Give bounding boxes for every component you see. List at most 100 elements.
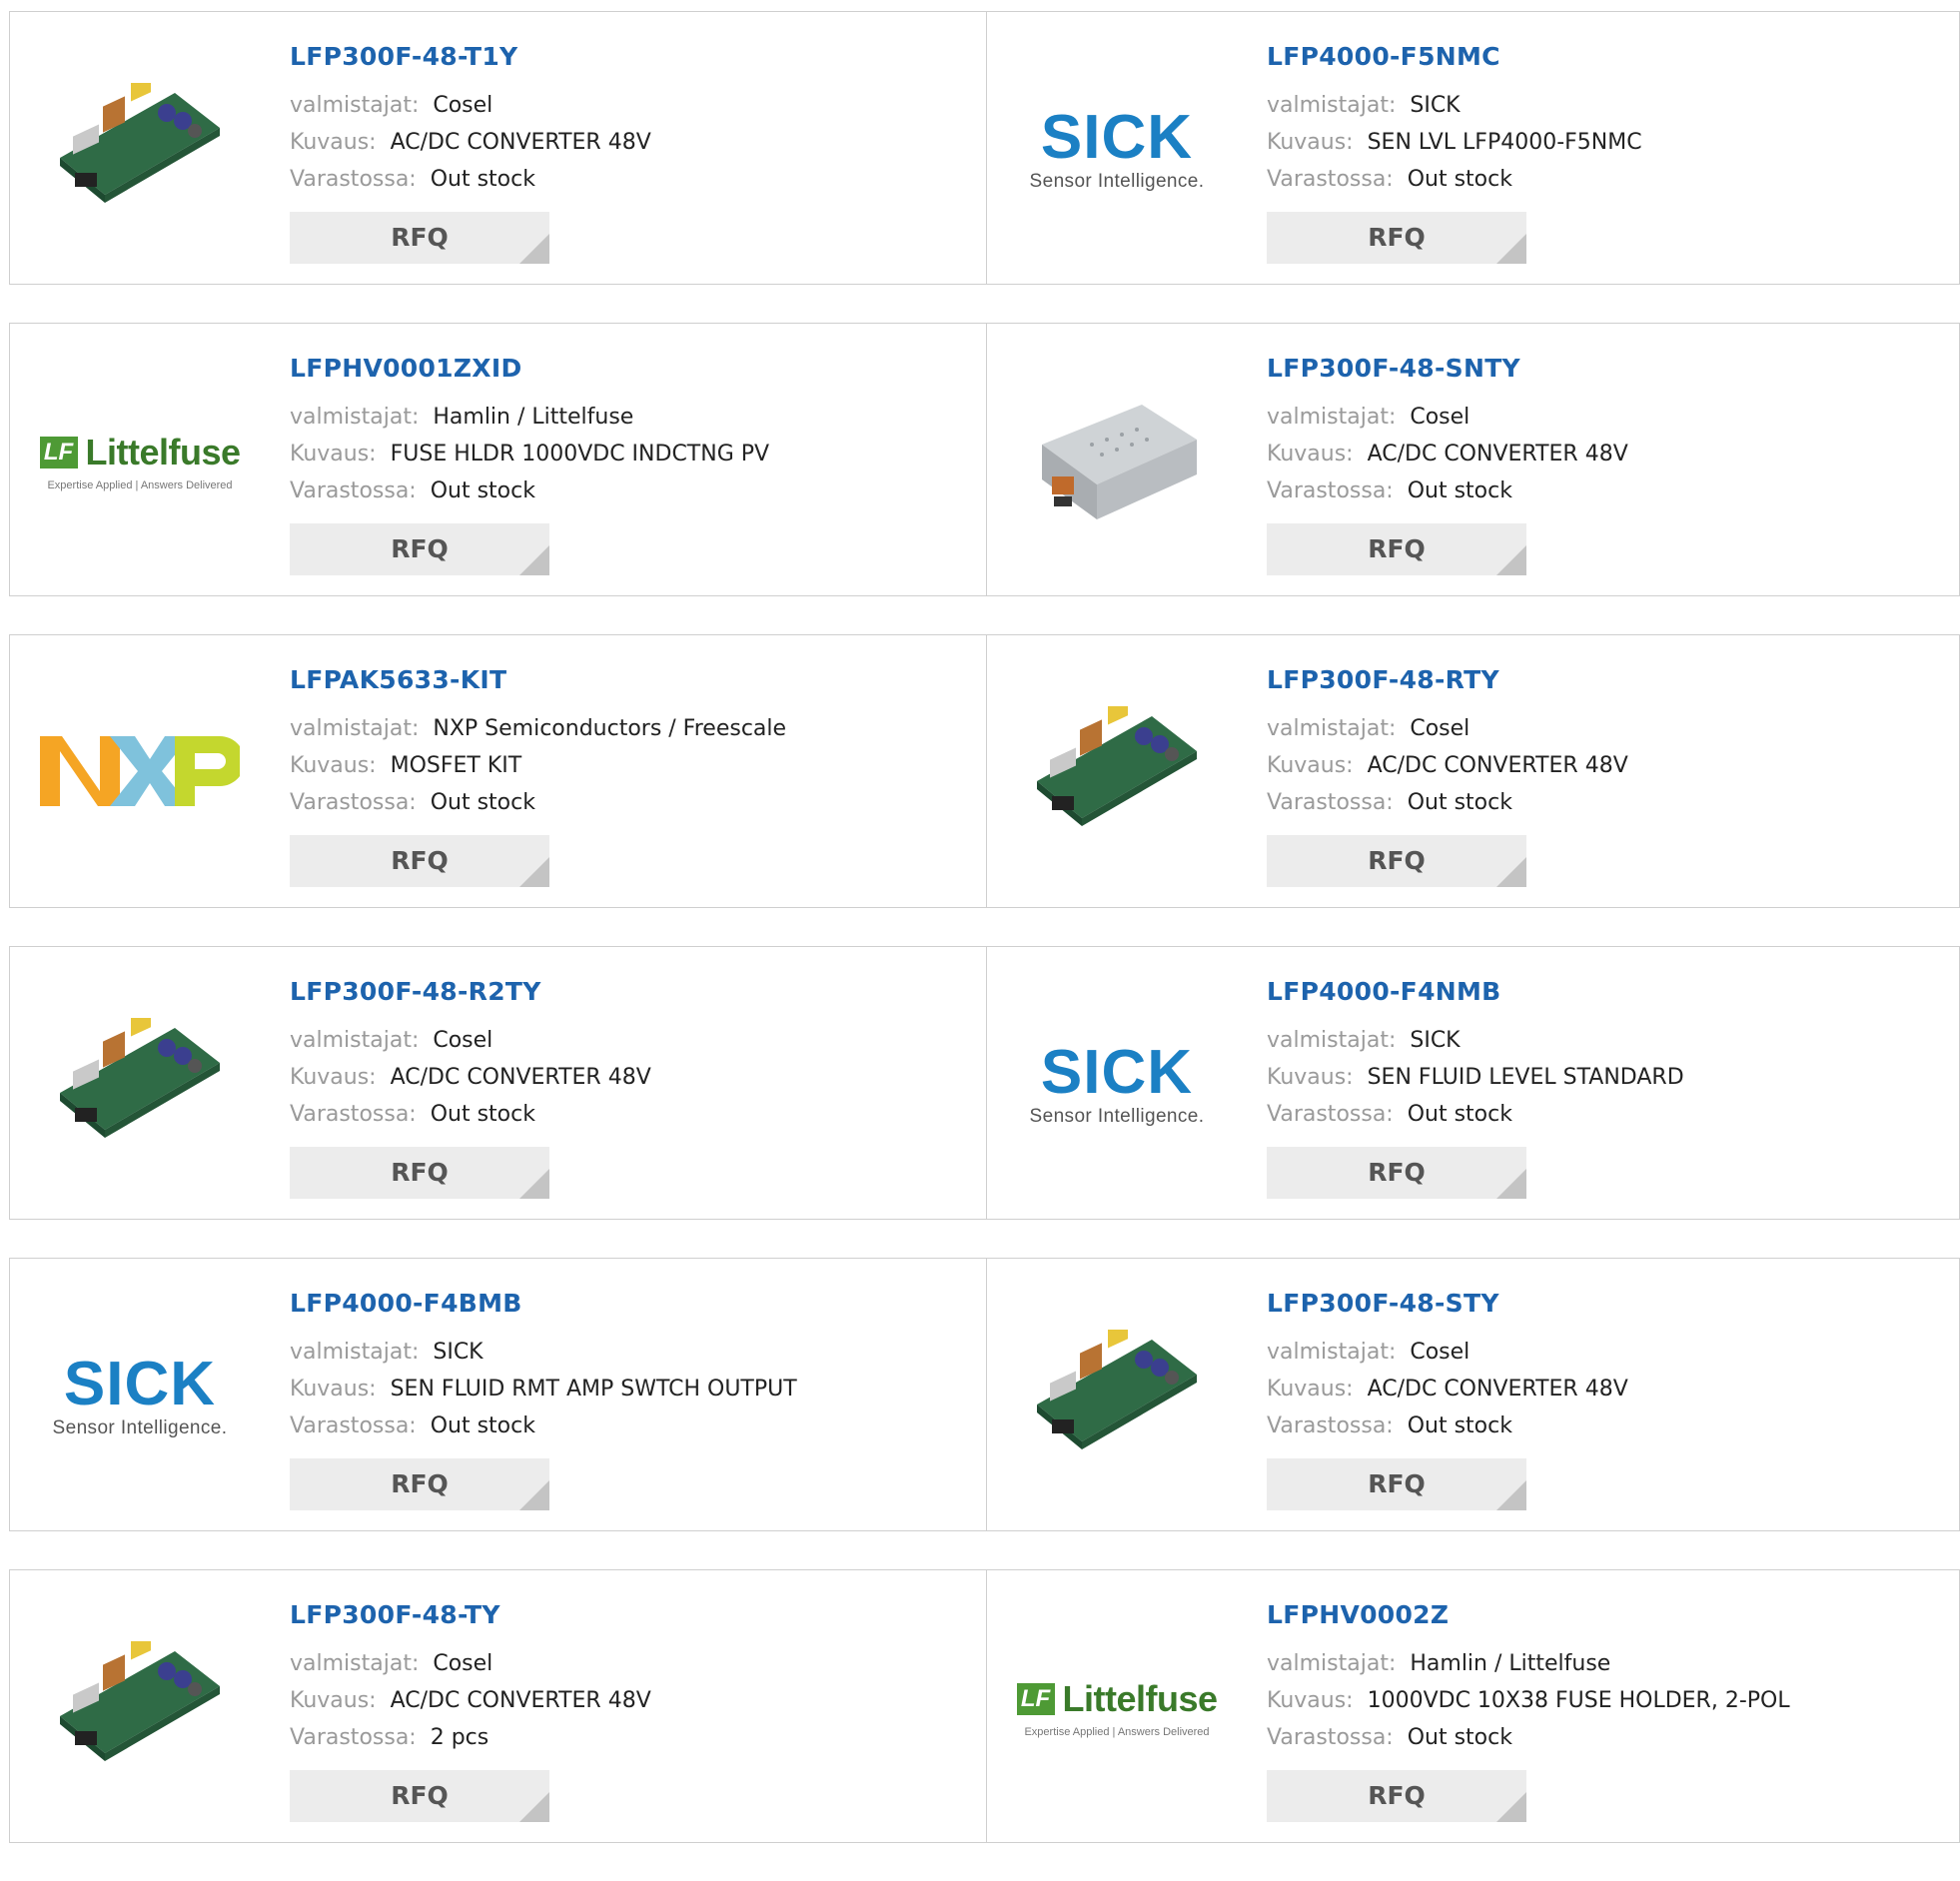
stock-value: 2 pcs: [430, 1725, 490, 1750]
stock-label: Varastossa:: [290, 1102, 417, 1127]
product-info: LFPAK5633-KIT valmistajat: NXP Semiconduct…: [290, 665, 976, 887]
description-label: Kuvaus:: [290, 1688, 377, 1713]
sick-logo: SICK Sensor Intelligence.: [53, 1354, 228, 1439]
stock-line: Varastossa: Out stock: [1267, 1408, 1949, 1444]
product-thumbnail[interactable]: [1017, 673, 1217, 873]
littelfuse-logo-name: Littelfuse: [85, 432, 242, 472]
product-thumbnail[interactable]: [40, 673, 245, 873]
stock-label: Varastossa:: [290, 1725, 417, 1750]
product-thumbnail[interactable]: SICK Sensor Intelligence.: [1017, 985, 1217, 1185]
product-thumbnail[interactable]: [1017, 362, 1217, 561]
manufacturer-value: Cosel: [433, 1028, 493, 1053]
sick-logo-tagline: Sensor Intelligence.: [1029, 1106, 1205, 1127]
rfq-button[interactable]: RFQ: [1267, 1770, 1526, 1822]
part-number-link[interactable]: LFPAK5633-KIT: [290, 665, 976, 694]
product-thumbnail[interactable]: [1017, 1297, 1217, 1496]
rfq-button[interactable]: RFQ: [290, 212, 549, 264]
description-value: AC/DC CONVERTER 48V: [1367, 753, 1628, 778]
rfq-button[interactable]: RFQ: [1267, 523, 1526, 575]
part-number-link[interactable]: LFP4000-F5NMC: [1267, 42, 1949, 71]
rfq-button[interactable]: RFQ: [290, 835, 549, 887]
description-line: Kuvaus: FUSE HLDR 1000VDC INDCTNG PV: [290, 436, 976, 472]
manufacturer-label: valmistajat:: [290, 1028, 420, 1053]
rfq-button[interactable]: RFQ: [290, 1770, 549, 1822]
rfq-button[interactable]: RFQ: [1267, 1147, 1526, 1199]
part-number-link[interactable]: LFP300F-48-SNTY: [1267, 354, 1949, 383]
littelfuse-mark: LF: [39, 437, 78, 469]
rfq-button[interactable]: RFQ: [290, 1458, 549, 1510]
stock-value: Out stock: [1407, 167, 1512, 192]
description-value: SEN LVL LFP4000-F5NMC: [1367, 130, 1642, 155]
part-number-link[interactable]: LFP4000-F4NMB: [1267, 977, 1949, 1006]
manufacturer-label: valmistajat:: [290, 1651, 420, 1676]
description-line: Kuvaus: SEN FLUID LEVEL STANDARD: [1267, 1059, 1949, 1096]
part-number-link[interactable]: LFP300F-48-TY: [290, 1600, 976, 1629]
stock-label: Varastossa:: [1267, 1725, 1394, 1750]
manufacturer-value: SICK: [1410, 93, 1461, 118]
manufacturer-value: NXP Semiconductors / Freescale: [433, 716, 787, 741]
manufacturer-line: valmistajat: Cosel: [1267, 710, 1949, 747]
manufacturer-line: valmistajat: SICK: [1267, 87, 1949, 124]
part-number-link[interactable]: LFPHV0001ZXID: [290, 354, 976, 383]
product-card: LFPAK5633-KIT valmistajat: NXP Semiconduct…: [9, 634, 987, 908]
product-row: LFPAK5633-KIT valmistajat: NXP Semiconduct…: [9, 634, 1960, 908]
power-supply-board-image: [55, 1628, 225, 1775]
product-thumbnail[interactable]: [40, 50, 240, 250]
manufacturer-line: valmistajat: Cosel: [290, 1022, 976, 1059]
description-value: MOSFET KIT: [390, 753, 522, 778]
description-label: Kuvaus:: [1267, 1377, 1354, 1402]
product-thumbnail[interactable]: LF Littelfuse Expertise Applied | Answers …: [39, 362, 242, 561]
stock-line: Varastossa: Out stock: [1267, 1719, 1949, 1756]
stock-line: Varastossa: 2 pcs: [290, 1719, 976, 1756]
part-number-link[interactable]: LFPHV0002Z: [1267, 1600, 1949, 1629]
product-card: LFP300F-48-T1Y valmistajat: Cosel Kuvaus: AC…: [9, 11, 987, 285]
rfq-button[interactable]: RFQ: [1267, 835, 1526, 887]
product-thumbnail[interactable]: SICK Sensor Intelligence.: [40, 1297, 240, 1496]
rfq-button[interactable]: RFQ: [290, 523, 549, 575]
sick-logo: SICK Sensor Intelligence.: [1030, 107, 1205, 193]
product-row: LFP300F-48-R2TY valmistajat: Cosel Kuvaus: A…: [9, 946, 1960, 1220]
part-number-link[interactable]: LFP300F-48-STY: [1267, 1289, 1949, 1318]
rfq-button[interactable]: RFQ: [290, 1147, 549, 1199]
part-number-link[interactable]: LFP300F-48-R2TY: [290, 977, 976, 1006]
stock-line: Varastossa: Out stock: [1267, 161, 1949, 198]
manufacturer-line: valmistajat: Cosel: [1267, 399, 1949, 436]
stock-line: Varastossa: Out stock: [290, 472, 976, 509]
sick-logo-name: SICK: [63, 1350, 217, 1418]
stock-label: Varastossa:: [290, 478, 417, 503]
description-label: Kuvaus:: [290, 442, 377, 467]
stock-line: Varastossa: Out stock: [290, 1408, 976, 1444]
power-supply-board-image: [1032, 693, 1202, 840]
product-row: LF Littelfuse Expertise Applied | Answers …: [9, 323, 1960, 596]
product-thumbnail[interactable]: LF Littelfuse Expertise Applied | Answers …: [1016, 1608, 1218, 1808]
stock-value: Out stock: [430, 1413, 535, 1438]
product-card: LFP300F-48-SNTY valmistajat: Cosel Kuvaus: A…: [987, 323, 1960, 596]
manufacturer-label: valmistajat:: [1267, 716, 1397, 741]
product-info: LFP300F-48-T1Y valmistajat: Cosel Kuvaus: AC…: [290, 42, 976, 264]
product-card: LFP300F-48-RTY valmistajat: Cosel Kuvaus: AC…: [987, 634, 1960, 908]
part-number-link[interactable]: LFP4000-F4BMB: [290, 1289, 976, 1318]
rfq-button[interactable]: RFQ: [1267, 1458, 1526, 1510]
stock-line: Varastossa: Out stock: [1267, 784, 1949, 821]
stock-value: Out stock: [1407, 1102, 1512, 1127]
product-thumbnail[interactable]: [40, 1608, 240, 1808]
product-thumbnail[interactable]: SICK Sensor Intelligence.: [1017, 50, 1217, 250]
description-value: SEN FLUID LEVEL STANDARD: [1367, 1065, 1684, 1090]
description-label: Kuvaus:: [1267, 442, 1354, 467]
stock-value: Out stock: [1407, 790, 1512, 815]
product-thumbnail[interactable]: [40, 985, 240, 1185]
description-value: SEN FLUID RMT AMP SWTCH OUTPUT: [390, 1377, 797, 1402]
description-line: Kuvaus: AC/DC CONVERTER 48V: [1267, 436, 1949, 472]
description-label: Kuvaus:: [1267, 130, 1354, 155]
manufacturer-value: Cosel: [433, 93, 493, 118]
stock-line: Varastossa: Out stock: [290, 161, 976, 198]
description-value: AC/DC CONVERTER 48V: [390, 130, 651, 155]
stock-label: Varastossa:: [1267, 1102, 1394, 1127]
part-number-link[interactable]: LFP300F-48-RTY: [1267, 665, 1949, 694]
part-number-link[interactable]: LFP300F-48-T1Y: [290, 42, 976, 71]
manufacturer-value: Hamlin / Littelfuse: [1410, 1651, 1611, 1676]
manufacturer-line: valmistajat: Hamlin / Littelfuse: [290, 399, 976, 436]
manufacturer-line: valmistajat: SICK: [1267, 1022, 1949, 1059]
product-grid: LFP300F-48-T1Y valmistajat: Cosel Kuvaus: AC…: [9, 11, 1960, 1881]
rfq-button[interactable]: RFQ: [1267, 212, 1526, 264]
